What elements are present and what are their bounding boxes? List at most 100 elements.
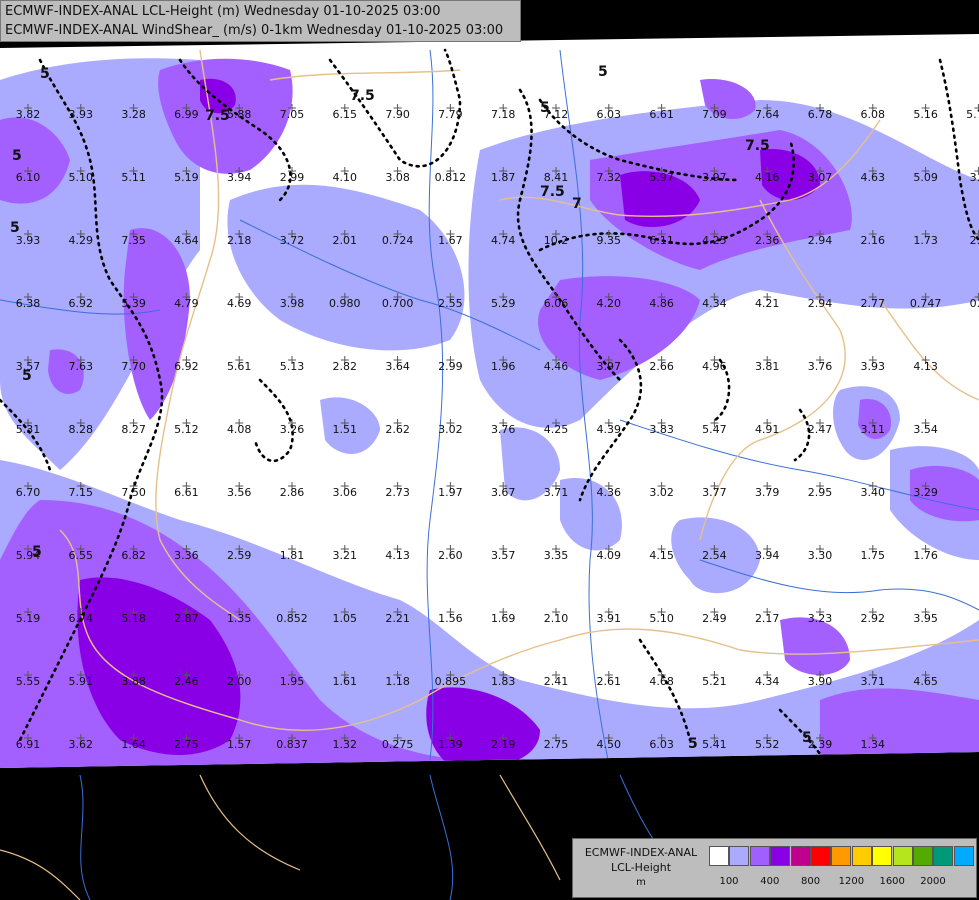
station-value: 5.16 — [913, 108, 938, 121]
station-value: 4.13 — [385, 549, 410, 562]
station-value: 3.94 — [227, 171, 252, 184]
station-value: 3.56 — [227, 486, 252, 499]
station-value: 0.700 — [382, 297, 414, 310]
station-value: 2.7 — [970, 234, 979, 247]
station-value: 3.21 — [333, 549, 358, 562]
station-value: 5.10 — [649, 612, 674, 625]
station-value: 2.87 — [174, 612, 199, 625]
station-value: 1.76 — [913, 549, 938, 562]
header-line-2: ECMWF-INDEX-ANAL WindShear_ (m/s) 0-1km … — [5, 23, 504, 38]
station-value: 4.16 — [755, 171, 780, 184]
station-value: 7.18 — [491, 108, 516, 121]
legend-tick: 1600 — [879, 876, 905, 887]
station-value: 4.10 — [333, 171, 358, 184]
station-value: 1.39 — [438, 738, 463, 751]
station-value: 6.03 — [597, 108, 622, 121]
station-value: 4.29 — [69, 234, 94, 247]
station-value: 3.57 — [16, 360, 41, 373]
station-value: 5.12 — [174, 423, 199, 436]
legend-swatch — [933, 846, 954, 866]
station-value: 2.55 — [438, 297, 463, 310]
legend-swatch — [872, 846, 893, 866]
station-value: 1.57 — [227, 738, 252, 751]
legend-swatch — [811, 846, 831, 866]
station-value: 2.77 — [861, 297, 886, 310]
station-value: 5.39 — [121, 297, 146, 310]
station-value: 3.90 — [808, 675, 833, 688]
station-value: 4.09 — [597, 549, 622, 562]
station-value: 2.92 — [861, 612, 886, 625]
station-value: 6.82 — [121, 549, 146, 562]
station-value: 5.10 — [69, 171, 94, 184]
station-value: 3.76 — [808, 360, 833, 373]
station-value: 1.87 — [491, 171, 516, 184]
legend-swatch — [729, 846, 750, 866]
station-value: 6.92 — [69, 297, 94, 310]
station-value: 7.79 — [438, 108, 463, 121]
legend-swatch — [749, 846, 770, 866]
station-value: 2.00 — [227, 675, 252, 688]
station-value: 3.77 — [702, 486, 727, 499]
contour-label: 5 — [12, 148, 22, 164]
legend-swatch — [851, 846, 872, 866]
station-value: 7.64 — [755, 108, 780, 121]
station-value: 2.99 — [438, 360, 463, 373]
station-value: 0.7 — [970, 297, 979, 310]
station-value: 3.28 — [121, 108, 146, 121]
legend-tick: 400 — [760, 876, 780, 887]
station-value: 5.31 — [16, 423, 41, 436]
station-value: 3.93 — [16, 234, 41, 247]
legend-swatch — [831, 846, 852, 866]
contour-label: 5 — [688, 736, 698, 752]
station-value: 1.18 — [385, 675, 410, 688]
station-value: 1.75 — [861, 549, 886, 562]
station-value: 5.21 — [702, 675, 727, 688]
station-value: 2.99 — [280, 171, 305, 184]
station-value: 2.73 — [385, 486, 410, 499]
station-value: 7.15 — [69, 486, 94, 499]
station-value: 1.64 — [121, 738, 146, 751]
station-value: 8.41 — [544, 171, 569, 184]
station-value: 5.47 — [702, 423, 727, 436]
station-value: 0.895 — [435, 675, 467, 688]
station-value: 3.23 — [808, 612, 833, 625]
station-value: 5.97 — [649, 171, 674, 184]
station-value: 2.59 — [227, 549, 252, 562]
station-value: 1.95 — [280, 675, 305, 688]
station-value: 2.21 — [385, 612, 410, 625]
legend-unit: m — [636, 877, 646, 888]
station-value: 6.92 — [174, 360, 199, 373]
station-value: 6.15 — [333, 108, 358, 121]
station-value: 3.71 — [544, 486, 569, 499]
header-line-1: ECMWF-INDEX-ANAL LCL-Height (m) Wednesda… — [5, 4, 441, 19]
station-value: 4.65 — [913, 675, 938, 688]
station-value: 3.02 — [438, 423, 463, 436]
station-value: 6.78 — [808, 108, 833, 121]
station-value: 5.18 — [121, 612, 146, 625]
station-value: 6.74 — [69, 612, 94, 625]
contour-label: 7.5 — [745, 138, 770, 154]
station-value: 7.35 — [121, 234, 146, 247]
station-value: 2.47 — [808, 423, 833, 436]
station-value: 3.95 — [913, 612, 938, 625]
station-value: 7.70 — [121, 360, 146, 373]
station-value: 3.30 — [808, 549, 833, 562]
station-value: 2.82 — [333, 360, 358, 373]
station-value: 6.70 — [16, 486, 41, 499]
station-value: 3.54 — [913, 423, 938, 436]
station-value: 0.724 — [382, 234, 414, 247]
station-value: 6.11 — [649, 234, 674, 247]
color-legend: ECMWF-INDEX-ANAL LCL-Height m 100 400 800 1… — [572, 838, 977, 898]
legend-title-line-1: ECMWF-INDEX-ANAL — [584, 846, 698, 859]
station-value: 2.75 — [544, 738, 569, 751]
station-value: 3.11 — [861, 423, 886, 436]
station-value: 7.32 — [597, 171, 622, 184]
station-value: 5.11 — [121, 171, 146, 184]
station-value: 5.55 — [16, 675, 41, 688]
station-value: 4.50 — [597, 738, 622, 751]
station-value: 3.29 — [913, 486, 938, 499]
station-value: 5.13 — [280, 360, 305, 373]
station-value: 2.94 — [808, 234, 833, 247]
station-value: 3.40 — [861, 486, 886, 499]
station-value: 6.55 — [69, 549, 94, 562]
